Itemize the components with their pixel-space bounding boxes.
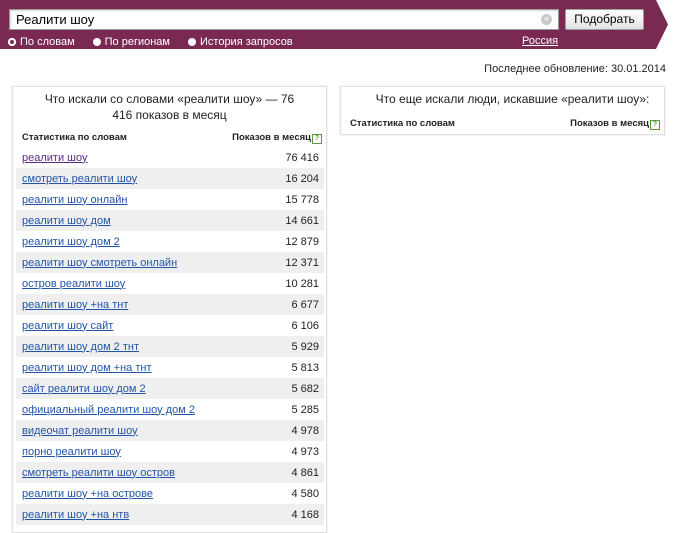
impressions-count: 6 677 — [291, 298, 319, 311]
impressions-count: 4 978 — [291, 424, 319, 437]
table-row: официальный реалити шоу дом 2 5 285 — [16, 399, 324, 420]
region-link[interactable]: Россия — [522, 35, 558, 47]
words-stats-panel: Что искали со словами «реалити шоу» — 76… — [12, 86, 327, 533]
table-row: реалити шоу 76 416 — [16, 147, 324, 168]
search-mode-tabs: По словам По регионам История запросов — [8, 35, 311, 48]
panel-title: Что еще искали люди, искавшие «реалити ш… — [375, 92, 650, 106]
phrase-link[interactable]: реалити шоу дом — [22, 215, 111, 227]
tab-label: По регионам — [104, 35, 170, 48]
table-row: реалити шоу +на нтв 4 168 — [16, 504, 324, 525]
table-row: реалити шоу дом 2 тнт 5 929 — [16, 336, 324, 357]
phrase-link[interactable]: реалити шоу дом 2 тнт — [22, 341, 139, 353]
phrase-link[interactable]: реалити шоу +на острове — [22, 488, 153, 500]
tab-by-words[interactable]: По словам — [8, 36, 75, 48]
words-table: реалити шоу 76 416 смотреть реалити шоу 16 … — [16, 147, 324, 525]
radio-icon — [92, 37, 101, 46]
table-row: реалити шоу +на острове 4 580 — [16, 483, 324, 504]
impressions-count: 15 778 — [285, 193, 319, 206]
impressions-count: 6 106 — [291, 319, 319, 332]
phrase-link[interactable]: реалити шоу — [22, 152, 87, 164]
table-row: видеочат реалити шоу 4 978 — [16, 420, 324, 441]
table-row: реалити шоу дом 2 12 879 — [16, 231, 324, 252]
column-header-impressions-label: Показов в месяц — [570, 118, 649, 129]
table-row: реалити шоу дом +на тнт 5 813 — [16, 357, 324, 378]
impressions-count: 5 682 — [291, 382, 319, 395]
phrase-link[interactable]: реалити шоу +на тнт — [22, 299, 128, 311]
help-icon[interactable]: ? — [650, 120, 660, 130]
table-row: сайт реалити шоу дом 2 5 682 — [16, 378, 324, 399]
impressions-count: 16 204 — [285, 172, 319, 185]
tab-label: По словам — [20, 35, 75, 48]
column-header-impressions-label: Показов в месяц — [232, 132, 311, 143]
related-queries-panel: Что еще искали люди, искавшие «реалити ш… — [340, 86, 665, 135]
impressions-count: 14 661 — [285, 214, 319, 227]
search-input[interactable] — [16, 11, 536, 28]
phrase-link[interactable]: официальный реалити шоу дом 2 — [22, 404, 195, 416]
radio-icon — [188, 37, 196, 46]
column-header-words: Статистика по словам — [22, 132, 127, 143]
impressions-count: 12 879 — [285, 235, 319, 248]
radio-icon — [8, 37, 16, 46]
search-box[interactable]: × — [9, 9, 559, 30]
impressions-count: 4 861 — [291, 466, 319, 479]
impressions-count: 4 973 — [291, 445, 319, 458]
impressions-count: 5 285 — [291, 403, 319, 416]
tab-query-history[interactable]: История запросов — [188, 36, 293, 48]
phrase-link[interactable]: смотреть реалити шоу — [22, 173, 137, 185]
table-row: реалити шоу +на тнт 6 677 — [16, 294, 324, 315]
pick-button[interactable]: Подобрать — [565, 9, 644, 30]
table-row: порно реалити шоу 4 973 — [16, 441, 324, 462]
search-header-band: × Подобрать По словам По регионам Истори… — [0, 0, 688, 49]
table-row: реалити шоу дом 14 661 — [16, 210, 324, 231]
table-row: реалити шоу сайт 6 106 — [16, 315, 324, 336]
impressions-count: 12 371 — [285, 256, 319, 269]
phrase-link[interactable]: порно реалити шоу — [22, 446, 121, 458]
phrase-link[interactable]: реалити шоу онлайн — [22, 194, 127, 206]
column-header-impressions: Показов в месяц? — [570, 118, 660, 130]
table-row: реалити шоу смотреть онлайн 12 371 — [16, 252, 324, 273]
tab-label: История запросов — [200, 35, 293, 48]
phrase-link[interactable]: реалити шоу дом +на тнт — [22, 362, 152, 374]
table-row: реалити шоу онлайн 15 778 — [16, 189, 324, 210]
column-header-words: Статистика по словам — [350, 118, 455, 129]
table-row: смотреть реалити шоу остров 4 861 — [16, 462, 324, 483]
phrase-link[interactable]: остров реалити шоу — [22, 278, 125, 290]
phrase-link[interactable]: смотреть реалити шоу остров — [22, 467, 175, 479]
phrase-link[interactable]: сайт реалити шоу дом 2 — [22, 383, 146, 395]
phrase-link[interactable]: видеочат реалити шоу — [22, 425, 138, 437]
phrase-link[interactable]: реалити шоу дом 2 — [22, 236, 120, 248]
phrase-link[interactable]: реалити шоу сайт — [22, 320, 113, 332]
clear-icon[interactable]: × — [541, 14, 552, 25]
phrase-link[interactable]: реалити шоу смотреть онлайн — [22, 257, 177, 269]
impressions-count: 76 416 — [285, 151, 319, 164]
last-updated: Последнее обновление: 30.01.2014 — [484, 63, 666, 75]
tab-by-regions[interactable]: По регионам — [92, 35, 170, 48]
table-row: остров реалити шоу 10 281 — [16, 273, 324, 294]
column-header-impressions: Показов в месяц? — [232, 132, 322, 144]
panel-title: Что искали со словами «реалити шоу» — 76… — [44, 92, 295, 122]
table-row: смотреть реалити шоу 16 204 — [16, 168, 324, 189]
impressions-count: 4 580 — [291, 487, 319, 500]
impressions-count: 5 813 — [291, 361, 319, 374]
impressions-count: 5 929 — [291, 340, 319, 353]
impressions-count: 10 281 — [285, 277, 319, 290]
help-icon[interactable]: ? — [312, 134, 322, 144]
